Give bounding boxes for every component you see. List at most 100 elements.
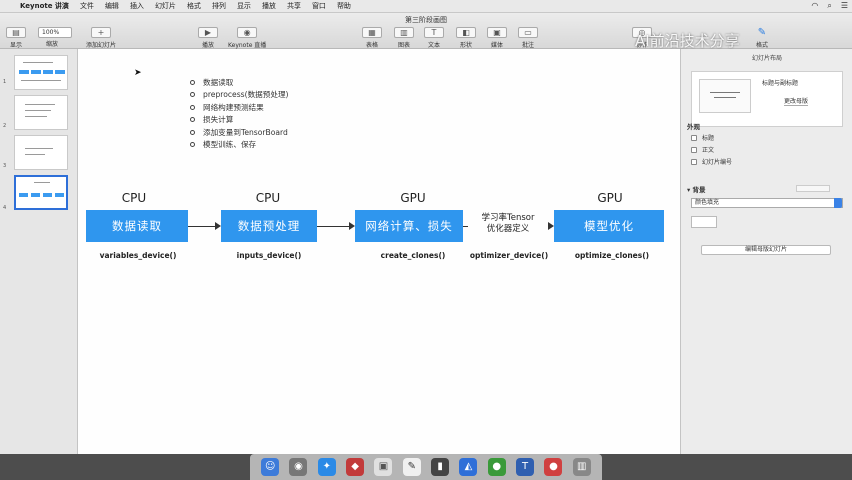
search-icon[interactable]: ⌕ [827, 1, 831, 11]
add-slide-button[interactable]: + 添加幻灯片 [86, 27, 116, 49]
arrow-label: 学习率Tensor 优化器定义 [468, 213, 548, 235]
toolbar: 第三阶段画图 ▤ 显示 100% 缩放 + 添加幻灯片 ▶ 播放 ◉ Keyno… [0, 13, 852, 50]
keynote-icon[interactable]: ◭ [459, 458, 478, 476]
display-button[interactable]: ▤ 显示 [6, 27, 26, 49]
device-label: CPU [121, 191, 147, 205]
slide-number: 4 [3, 205, 7, 211]
play-icon: ▶ [198, 27, 218, 38]
trash-icon[interactable]: ▥ [572, 458, 591, 476]
dock: ☺ ◉ ✦ ◆ ▣ ✎ ▮ ◭ ● T ● ▥ [250, 454, 602, 480]
menu-view[interactable]: 显示 [237, 1, 251, 11]
change-master-button[interactable]: 更改母版 [784, 96, 809, 106]
terminal-icon[interactable]: ▮ [431, 458, 450, 476]
stage-box-compute-loss[interactable]: 网络计算、损失 [355, 210, 463, 242]
arrow-line [188, 226, 216, 227]
master-thumbnail[interactable] [699, 79, 751, 113]
background-preview [796, 185, 830, 192]
comment-button[interactable]: ▭ 批注 [518, 27, 538, 49]
preview-icon[interactable]: ▣ [374, 458, 393, 476]
color-well[interactable] [691, 216, 717, 228]
tab-slide-layout[interactable]: 幻灯片布局 [681, 53, 852, 62]
stage-box-data-read[interactable]: 数据读取 [86, 210, 188, 242]
title-checkbox[interactable]: 标题 [691, 133, 714, 142]
appearance-heading: 外观 [687, 123, 700, 131]
menu-window[interactable]: 窗口 [312, 1, 326, 11]
menu-format[interactable]: 格式 [187, 1, 201, 11]
slide-canvas-area: ➤ 数据读取 preprocess(数据预处理) 网络构建预测结果 损失计算 添… [78, 49, 680, 454]
comment-icon: ▭ [518, 27, 538, 38]
slide-thumbnail-2[interactable] [14, 95, 68, 130]
watermark: AI前沿技术分享 [635, 32, 740, 50]
format-inspector: 幻灯片布局 标题与副标题 更改母版 外观 标题 正文 幻灯片编号 ▾ 背景 颜色… [680, 49, 852, 454]
text-button[interactable]: T 文本 [424, 27, 444, 49]
shape-button[interactable]: ◧ 形状 [456, 27, 476, 49]
bullet-item: 损失计算 [190, 114, 289, 127]
table-icon: ▦ [362, 27, 382, 38]
chevron-down-icon [834, 198, 842, 208]
menu-help[interactable]: 帮助 [337, 1, 351, 11]
finder-icon[interactable]: ☺ [261, 458, 280, 476]
fill-type-select[interactable]: 颜色填充 [691, 198, 843, 208]
menu-app[interactable]: Keynote 讲演 [20, 1, 69, 11]
stage-function: create_clones() [380, 251, 446, 260]
zoom-label: 缩放 [46, 41, 59, 48]
textedit-icon[interactable]: ✎ [402, 458, 421, 476]
mouse-cursor-icon: ➤ [134, 68, 142, 78]
media-button[interactable]: ▣ 媒体 [487, 27, 507, 49]
safari-icon[interactable]: ✦ [317, 458, 336, 476]
menu-bar: Keynote 讲演 文件 编辑 插入 幻灯片 格式 排列 显示 播放 共享 窗… [0, 0, 852, 13]
app-icon[interactable]: T [516, 458, 535, 476]
format-button[interactable]: ✎ 格式 [752, 27, 772, 50]
body-checkbox[interactable]: 正文 [691, 145, 714, 154]
bullet-list[interactable]: 数据读取 preprocess(数据预处理) 网络构建预测结果 损失计算 添加变… [190, 76, 289, 151]
keynote-live-button[interactable]: ◉ Keynote 直播 [228, 27, 266, 49]
menu-slide[interactable]: 幻灯片 [155, 1, 176, 11]
slide-number: 1 [3, 79, 7, 85]
play-button[interactable]: ▶ 播放 [198, 27, 218, 49]
stage-function: optimizer_device() [469, 251, 549, 260]
zoom-select[interactable]: 100% [38, 27, 72, 38]
app-icon[interactable]: ◆ [346, 458, 365, 476]
list-icon[interactable]: ☰ [841, 1, 848, 11]
media-icon: ▣ [487, 27, 507, 38]
document-title: 第三阶段画图 [405, 16, 447, 24]
menu-insert[interactable]: 插入 [130, 1, 144, 11]
status-icons: ◠ ⌕ ☰ [811, 1, 848, 11]
app-icon[interactable]: ● [544, 458, 563, 476]
slide-thumbnail-4[interactable] [14, 175, 68, 210]
menu-share[interactable]: 共享 [287, 1, 301, 11]
stage-box-preprocess[interactable]: 数据预处理 [221, 210, 317, 242]
menu-arrange[interactable]: 排列 [212, 1, 226, 11]
bullet-item: preprocess(数据预处理) [190, 89, 289, 102]
plus-icon: + [91, 27, 111, 38]
edit-master-button[interactable]: 编辑母版幻灯片 [701, 245, 831, 255]
app-icon[interactable]: ● [487, 458, 506, 476]
device-label: GPU [597, 191, 623, 205]
background-heading[interactable]: ▾ 背景 [687, 184, 706, 194]
slide-number: 3 [3, 163, 7, 169]
slide-thumbnail-3[interactable] [14, 135, 68, 170]
wifi-icon[interactable]: ◠ [811, 1, 818, 11]
launchpad-icon[interactable]: ◉ [289, 458, 308, 476]
live-icon: ◉ [237, 27, 258, 38]
sidebar-icon: ▤ [6, 27, 26, 38]
menu-file[interactable]: 文件 [80, 1, 94, 11]
master-name: 标题与副标题 [762, 80, 799, 87]
bullet-item: 添加变量到TensorBoard [190, 126, 289, 139]
shape-icon: ◧ [456, 27, 476, 38]
table-button[interactable]: ▦ 表格 [362, 27, 382, 49]
slide-number-checkbox[interactable]: 幻灯片编号 [691, 157, 732, 166]
paintbrush-icon: ✎ [757, 27, 767, 38]
arrow-line [317, 226, 350, 227]
menu-play[interactable]: 播放 [262, 1, 276, 11]
bullet-item: 网络构建预测结果 [190, 101, 289, 114]
stage-box-optimize[interactable]: 模型优化 [554, 210, 664, 242]
chart-icon: ▥ [394, 27, 414, 38]
chart-button[interactable]: ▥ 图表 [394, 27, 414, 49]
slide-canvas[interactable]: ➤ 数据读取 preprocess(数据预处理) 网络构建预测结果 损失计算 添… [78, 49, 680, 454]
menu-edit[interactable]: 编辑 [105, 1, 119, 11]
slide-navigator: 1 2 3 4 [0, 49, 78, 454]
slide-thumbnail-1[interactable] [14, 55, 68, 90]
stage-function: inputs_device() [236, 251, 302, 260]
master-preview: 标题与副标题 更改母版 [691, 71, 843, 127]
